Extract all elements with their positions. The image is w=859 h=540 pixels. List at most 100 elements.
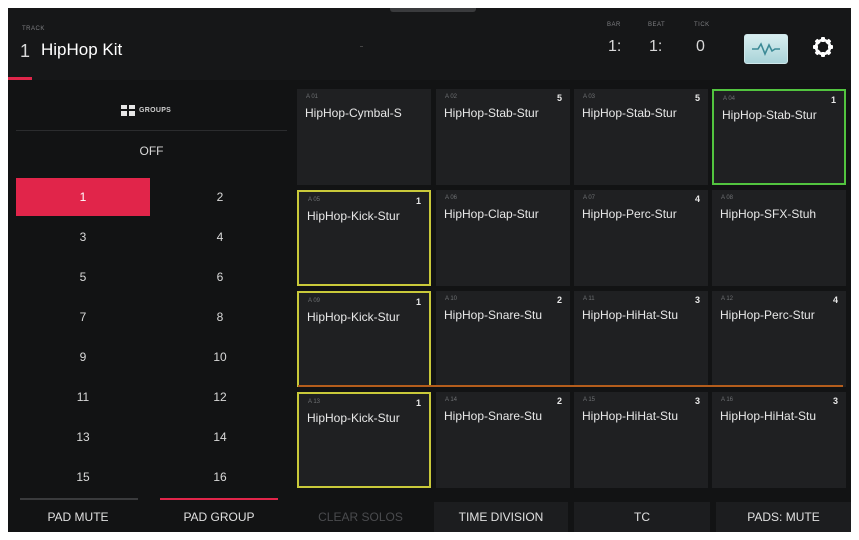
pad-mute-indicator: [20, 498, 138, 500]
beat-value[interactable]: 1:: [649, 38, 662, 56]
pad-slot-label: A 13: [308, 399, 321, 405]
pad-sample-name: HipHop-Kick-Stur: [307, 209, 400, 223]
pad-mute-group-number: 1: [415, 398, 421, 408]
pad-1[interactable]: A 13 1 HipHop-Kick-Stur: [297, 392, 431, 488]
pad-slot-label: A 15: [583, 397, 596, 403]
pad-3[interactable]: A 15 3 HipHop-HiHat-Stu: [574, 392, 708, 488]
pad-sample-name: HipHop-HiHat-Stu: [720, 409, 817, 423]
bar-caption: BAR: [607, 22, 621, 28]
group-button-16[interactable]: 16: [153, 458, 287, 496]
pad-sample-name: HipHop-Perc-Stur: [720, 308, 815, 322]
tick-caption: TICK: [694, 22, 710, 28]
track-name[interactable]: HipHop Kit: [41, 40, 122, 60]
group-button-12[interactable]: 12: [153, 378, 287, 416]
group-button-5[interactable]: 5: [16, 258, 150, 296]
group-button-7[interactable]: 7: [16, 298, 150, 336]
pad-13[interactable]: A 01 HipHop-Cymbal-S: [297, 89, 431, 185]
group-button-11[interactable]: 11: [16, 378, 150, 416]
pad-slot-label: A 07: [583, 195, 596, 201]
pad-slot-label: A 12: [721, 296, 734, 302]
pad-8[interactable]: A 12 4 HipHop-Perc-Stur: [712, 291, 846, 387]
track-caption: TRACK: [22, 26, 45, 32]
group-button-6[interactable]: 6: [153, 258, 287, 296]
bar-value[interactable]: 1:: [608, 38, 621, 56]
pad-mute-group-number: 4: [694, 194, 700, 204]
pad-sample-name: HipHop-Stab-Stur: [444, 106, 539, 120]
pad-slot-label: A 09: [308, 298, 321, 304]
pad-sample-name: HipHop-SFX-Stuh: [720, 207, 817, 221]
pad-sample-name: HipHop-HiHat-Stu: [582, 308, 679, 322]
pad-7[interactable]: A 11 3 HipHop-HiHat-Stu: [574, 291, 708, 387]
pad-sample-name: HipHop-Snare-Stu: [444, 409, 543, 423]
pad-9[interactable]: A 05 1 HipHop-Kick-Stur: [297, 190, 431, 286]
pad-2[interactable]: A 14 2 HipHop-Snare-Stu: [436, 392, 570, 488]
pad-15[interactable]: A 03 5 HipHop-Stab-Stur: [574, 89, 708, 185]
pad-mute-group-number: 1: [415, 196, 421, 206]
group-button-4[interactable]: 4: [153, 218, 287, 256]
pad-12[interactable]: A 08 HipHop-SFX-Stuh: [712, 190, 846, 286]
groups-icon: [121, 105, 135, 116]
group-button-13[interactable]: 13: [16, 418, 150, 456]
group-button-15[interactable]: 15: [16, 458, 150, 496]
pad-mute-group-number: 1: [415, 297, 421, 307]
pad-10[interactable]: A 06 HipHop-Clap-Stur: [436, 190, 570, 286]
pad-sample-name: HipHop-Stab-Stur: [722, 108, 817, 122]
waveform-button[interactable]: [744, 34, 788, 64]
pad-slot-label: A 02: [445, 94, 458, 100]
pad-6[interactable]: A 10 2 HipHop-Snare-Stu: [436, 291, 570, 387]
top-notch: [390, 8, 476, 12]
pad-14[interactable]: A 02 5 HipHop-Stab-Stur: [436, 89, 570, 185]
pad-sample-name: HipHop-Kick-Stur: [307, 411, 400, 425]
gear-icon: [813, 37, 833, 57]
group-button-14[interactable]: 14: [153, 418, 287, 456]
pad-sample-name: HipHop-Stab-Stur: [582, 106, 677, 120]
pads-mute-button[interactable]: PADS: MUTE: [716, 502, 851, 532]
tc-button[interactable]: TC: [574, 502, 710, 532]
pad-mute-group-number: 4: [832, 295, 838, 305]
pad-group-button[interactable]: PAD GROUP: [149, 502, 289, 532]
pad-slot-label: A 08: [721, 195, 734, 201]
pad-16[interactable]: A 04 1 HipHop-Stab-Stur: [712, 89, 846, 185]
groups-panel: GROUPS OFF 1 2 3 4 5 6 7 8 9 10 11 12 13 14 15 16: [16, 92, 287, 498]
group-button-10[interactable]: 10: [153, 338, 287, 376]
group-button-8[interactable]: 8: [153, 298, 287, 336]
pad-sample-name: HipHop-Perc-Stur: [582, 207, 677, 221]
pad-mute-group-number: 2: [556, 295, 562, 305]
mpc-screen: TRACK 1 HipHop Kit BAR BEAT TICK 1: 1: 0: [8, 8, 851, 532]
pad-4[interactable]: A 16 3 HipHop-HiHat-Stu: [712, 392, 846, 488]
pad-slot-label: A 06: [445, 195, 458, 201]
center-marker: [360, 46, 363, 47]
groups-label: GROUPS: [139, 107, 172, 114]
pad-11[interactable]: A 07 4 HipHop-Perc-Stur: [574, 190, 708, 286]
pad-mute-group-number: 1: [830, 95, 836, 105]
settings-button[interactable]: [810, 34, 836, 60]
track-number[interactable]: 1: [20, 41, 30, 62]
group-button-3[interactable]: 3: [16, 218, 150, 256]
groups-header: GROUPS: [16, 92, 287, 131]
pad-slot-label: A 01: [306, 94, 319, 100]
pad-slot-label: A 05: [308, 197, 321, 203]
tick-value[interactable]: 0: [696, 38, 705, 56]
pad-sample-name: HipHop-Cymbal-S: [305, 106, 402, 120]
header-bar: TRACK 1 HipHop Kit BAR BEAT TICK 1: 1: 0: [8, 8, 851, 80]
pad-mute-group-number: 2: [556, 396, 562, 406]
group-button-2[interactable]: 2: [153, 178, 287, 216]
group-off-button[interactable]: OFF: [16, 136, 287, 166]
pad-mute-button[interactable]: PAD MUTE: [8, 502, 148, 532]
pad-slot-label: A 11: [583, 296, 595, 302]
pad-mute-group-number: 5: [556, 93, 562, 103]
group-button-1[interactable]: 1: [16, 178, 150, 216]
pad-mute-group-number: 3: [694, 396, 700, 406]
group-button-9[interactable]: 9: [16, 338, 150, 376]
pad-slot-label: A 03: [583, 94, 596, 100]
pad-sample-name: HipHop-Kick-Stur: [307, 310, 400, 324]
pad-5[interactable]: A 09 1 HipHop-Kick-Stur: [297, 291, 431, 387]
pad-slot-label: A 16: [721, 397, 734, 403]
time-division-button[interactable]: TIME DIVISION: [434, 502, 568, 532]
pad-slot-label: A 10: [445, 296, 458, 302]
pad-sample-name: HipHop-Clap-Stur: [444, 207, 539, 221]
pad-sample-name: HipHop-Snare-Stu: [444, 308, 543, 322]
pad-slot-label: A 14: [445, 397, 458, 403]
beat-caption: BEAT: [648, 22, 666, 28]
clear-solos-button[interactable]: CLEAR SOLOS: [292, 502, 429, 532]
